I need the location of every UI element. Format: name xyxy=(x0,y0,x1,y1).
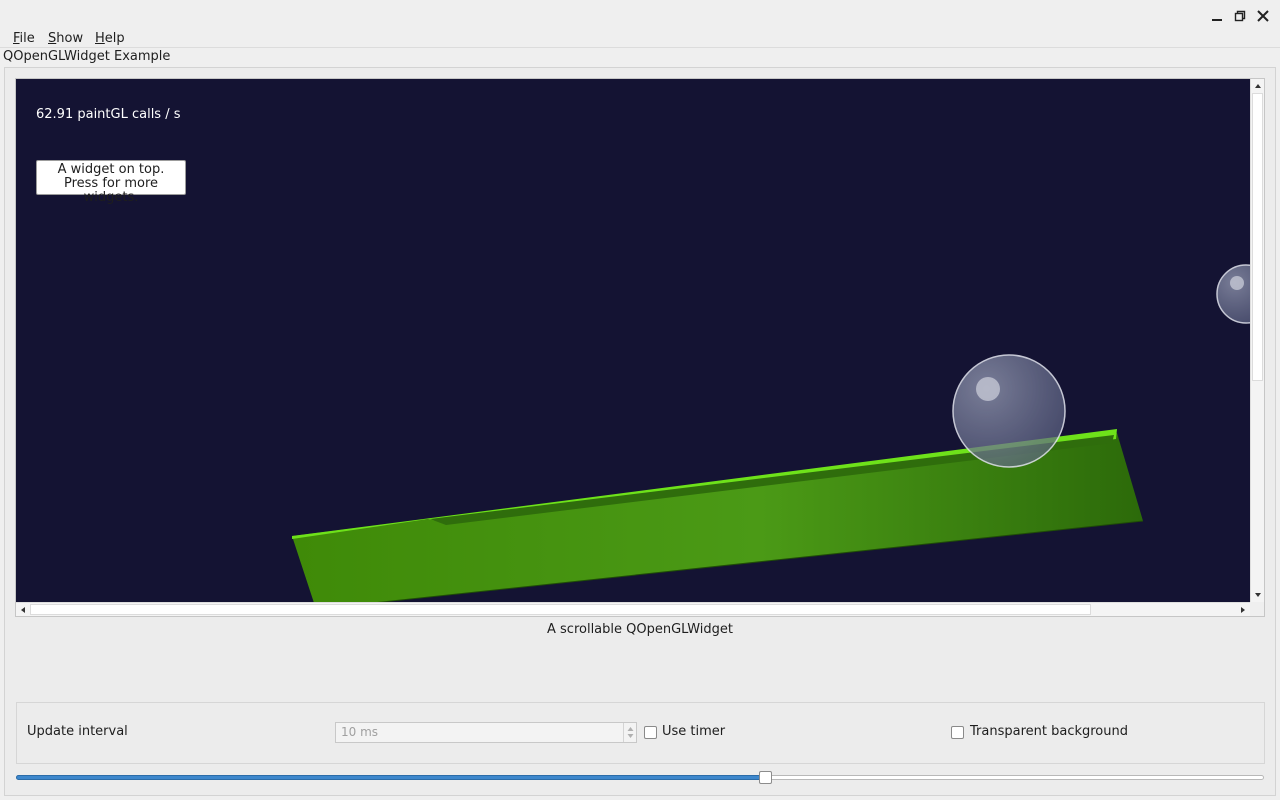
minimize-icon xyxy=(1212,19,1222,21)
menu-file[interactable]: File xyxy=(13,31,35,46)
interval-value: 10 ms xyxy=(341,725,379,739)
right-arrow-icon xyxy=(1241,607,1245,613)
minimize-button[interactable] xyxy=(1206,6,1228,26)
widget-on-top-button[interactable]: A widget on top. Press for more widgets. xyxy=(36,160,186,205)
menu-help[interactable]: Help xyxy=(95,31,125,46)
slider-handle[interactable] xyxy=(759,771,772,784)
horizontal-scrollbar[interactable] xyxy=(16,602,1250,616)
vertical-scrollbar[interactable] xyxy=(1250,79,1264,602)
fps-counter: 62.91 paintGL calls / s xyxy=(36,107,181,122)
horizontal-scroll-handle[interactable] xyxy=(30,604,1091,615)
spin-arrows-icon xyxy=(627,727,634,738)
restore-button[interactable] xyxy=(1229,6,1251,26)
interval-spinbox[interactable]: 10 ms xyxy=(335,722,637,743)
bubble xyxy=(952,354,1066,468)
slider-fill xyxy=(16,775,765,780)
gl-scene xyxy=(292,264,1250,602)
title-bar xyxy=(0,0,1280,30)
button-line-1: A widget on top. xyxy=(57,162,165,177)
slider[interactable] xyxy=(16,770,1265,784)
update-interval-label: Update interval xyxy=(27,724,128,739)
opengl-viewport[interactable]: 62.91 paintGL calls / s A widget on top.… xyxy=(16,79,1250,602)
use-timer-label[interactable]: Use timer xyxy=(662,724,725,739)
menu-show[interactable]: Show xyxy=(48,31,83,46)
use-timer-checkbox[interactable] xyxy=(644,726,657,739)
button-line-2: Press for more widgets. xyxy=(63,176,159,205)
transparent-background-label[interactable]: Transparent background xyxy=(970,724,1128,739)
bubble xyxy=(1216,264,1250,324)
tab-title: QOpenGLWidget Example xyxy=(3,49,171,64)
vertical-scroll-handle[interactable] xyxy=(1252,93,1263,381)
left-arrow-icon xyxy=(21,607,25,613)
menu-bar: File Show Help xyxy=(0,30,1280,48)
up-arrow-icon xyxy=(1255,84,1261,88)
controls-group: Update interval 10 ms Use timer Transpar… xyxy=(16,702,1265,764)
close-button[interactable] xyxy=(1252,6,1274,26)
scroll-up-arrow[interactable] xyxy=(1251,79,1265,93)
scroll-left-arrow[interactable] xyxy=(16,603,30,617)
bubble-highlight xyxy=(976,377,1000,401)
spinbox-buttons[interactable] xyxy=(623,723,636,742)
scroll-corner xyxy=(1250,602,1264,616)
close-icon xyxy=(1257,10,1269,22)
scroll-area-caption: A scrollable QOpenGLWidget xyxy=(547,622,733,637)
down-arrow-icon xyxy=(1255,593,1261,597)
scroll-right-arrow[interactable] xyxy=(1236,603,1250,617)
scroll-area: 62.91 paintGL calls / s A widget on top.… xyxy=(15,78,1265,617)
scroll-down-arrow[interactable] xyxy=(1251,588,1265,602)
bubble-highlight xyxy=(1230,276,1244,290)
transparent-background-checkbox[interactable] xyxy=(951,726,964,739)
restore-icon xyxy=(1234,10,1246,22)
